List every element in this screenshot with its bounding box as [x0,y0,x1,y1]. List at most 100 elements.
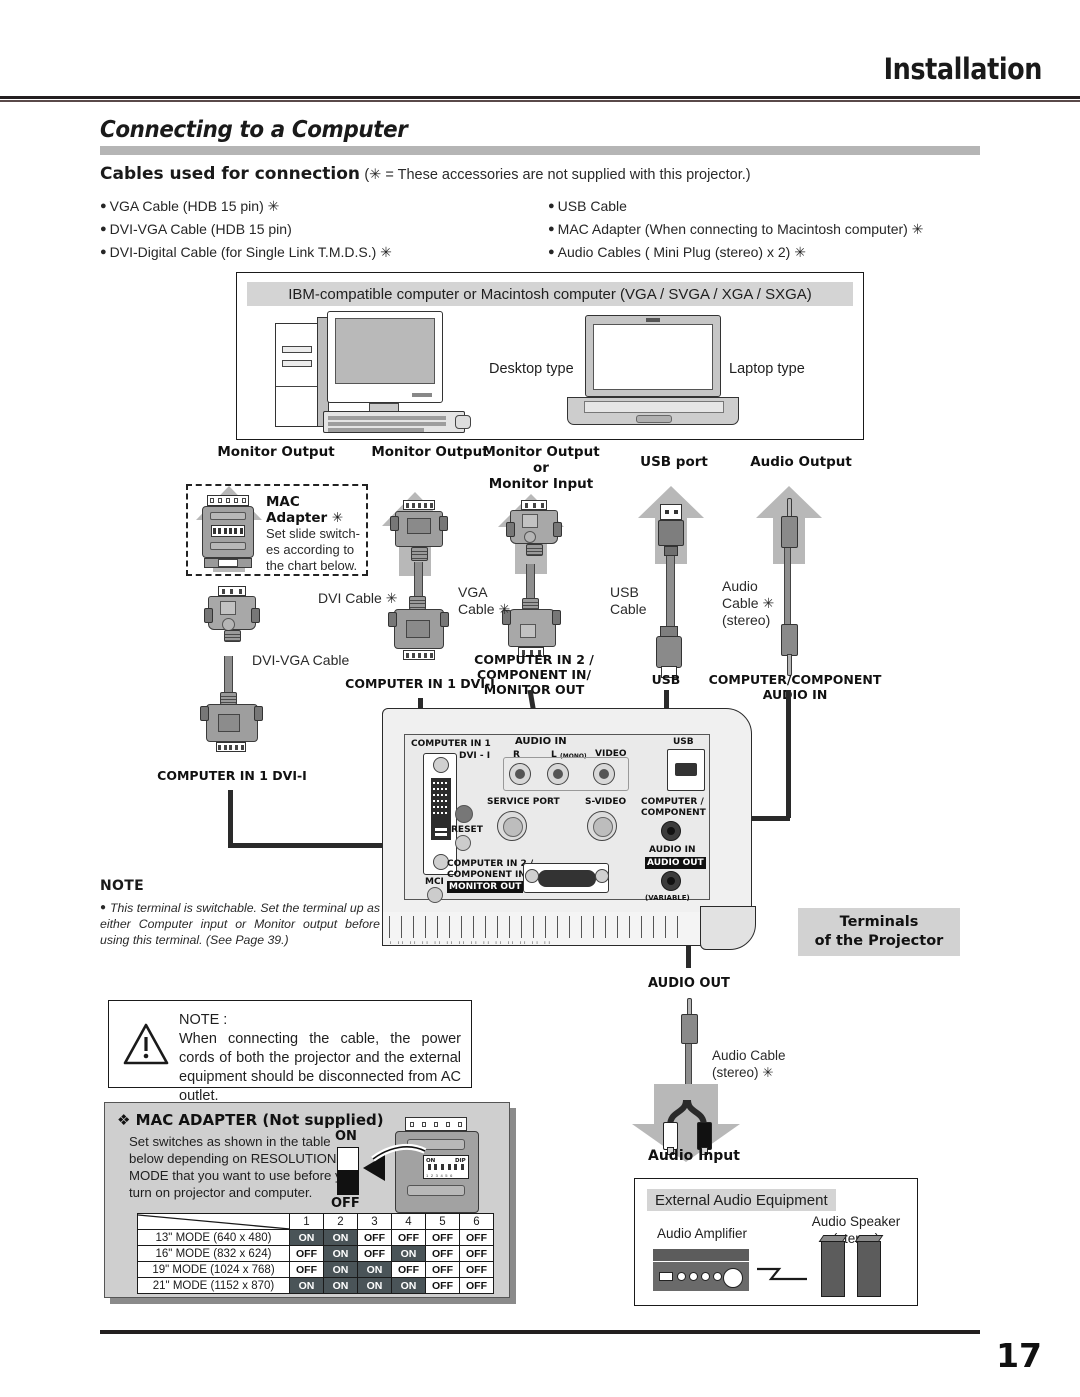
usb-terminal-label: USB [651,672,681,687]
cable-list-right: ● USB Cable ● MAC Adapter (When connecting… [548,196,923,265]
switch-cell: ON [357,1277,392,1294]
usb-port[interactable] [667,749,705,791]
note-terminal-heading: NOTE [100,878,144,894]
table-header-row: 1 2 3 4 5 6 [137,1213,494,1230]
audio-cable-label-line3: (stereo) [722,612,771,628]
page-title: Connecting to a Computer [100,117,408,143]
terminals-callout-line1: Terminals [839,914,919,930]
port-label-computer-in-2-b: COMPONENT IN / [447,870,533,880]
dvi-cable-connector-top [390,500,448,566]
table-row: 13" MODE (640 x 480) ON ON OFF OFF OFF O… [137,1229,494,1246]
reset-button[interactable] [455,835,471,851]
cable-item-label: DVI-VGA Cable (HDB 15 pin) [109,221,292,237]
list-item: ● DVI-Digital Cable (for Single Link T.M.… [100,244,392,260]
port-label-monitor-out: MONITOR OUT [447,881,524,893]
computer-component-audio-in-label: COMPUTER/COMPONENT AUDIO IN [704,672,886,702]
audio-cable-wire [784,548,791,634]
list-item: ● USB Cable [548,198,627,214]
terminals-callout-line2: of the Projector [814,933,944,949]
audio-speaker-line1: Audio Speaker [811,1214,901,1229]
mac-adapter-callout-line2: es according to [266,542,355,557]
monitor-output-or-input-heading: Monitor Output or Monitor Input [478,444,604,492]
switch-cell: ON [289,1229,324,1246]
switch-off-label: OFF [331,1196,360,1211]
switch-cell: ON [391,1277,426,1294]
switch-cell: OFF [459,1245,494,1262]
vga-screw-right [595,869,609,883]
switch-cell: OFF [459,1261,494,1278]
audio-out-label: AUDIO OUT [648,976,730,991]
mac-adapter-callout-line1: Set slide switch- [266,526,360,541]
mci-button[interactable] [427,887,443,903]
computer-component-audio-in-jack[interactable] [661,821,681,841]
cable-item-label: MAC Adapter (When connecting to Macintos… [557,221,924,237]
row-mode-label: 16" MODE (832 x 624) [137,1245,290,1262]
mac-adapter-callout-title: MAC Adapter ✳ [266,494,344,526]
resolution-switch-table: 1 2 3 4 5 6 13" MODE (640 x 480) ON ON O… [137,1213,494,1294]
switch-cell: ON [357,1261,392,1278]
port-label-reset: RESET [451,825,483,835]
port-label-mci: MCI [425,877,444,887]
port-label-audio-out: AUDIO OUT [645,857,706,869]
list-item: ● Audio Cables ( Mini Plug (stereo) x 2) … [548,244,806,260]
usb-cable-label-line1: USB [610,584,639,600]
power-button[interactable] [455,805,473,823]
vga-cable-wire [526,564,535,602]
audio-out-cable-line1: Audio Cable [712,1048,786,1063]
port-label-dvi-i: DVI - I [459,751,491,761]
usb-cable-label-line2: Cable [610,601,647,617]
dvi-cable-wire [414,562,423,600]
vga-screw-left [525,869,539,883]
audio-amplifier-icon [653,1249,749,1291]
row-mode-label: 21" MODE (1152 x 870) [137,1277,290,1294]
port-label-variable: (VARIABLE) [645,894,690,902]
mac-adapter-callout-box: MAC Adapter ✳ Set slide switch- es accor… [186,484,368,576]
switch-cell: ON [323,1245,358,1262]
cable-item-label: Audio Cables ( Mini Plug (stereo) x 2) ✳ [557,244,806,260]
dvi-i-port[interactable] [423,753,457,875]
switch-cell: ON [323,1229,358,1246]
port-label-audio-in: AUDIO IN [515,736,567,747]
usb-cable-wire [666,556,675,632]
audio-out-cable-label: Audio Cable (stereo) ✳ [712,1047,786,1081]
mac-adapter-callout-line3: the chart below. [266,558,358,573]
switch-cell: OFF [425,1245,460,1262]
switch-cell: OFF [425,1277,460,1294]
note-terminal-body-text: This terminal is switchable. Set the ter… [100,901,381,947]
list-item: ● MAC Adapter (When connecting to Macinto… [548,221,924,237]
terminals-of-projector-callout: Terminals of the Projector [798,908,960,956]
s-video-jack[interactable] [587,811,617,841]
external-audio-equipment-box: External Audio Equipment Audio Amplifier… [634,1178,918,1306]
computer-illustration-box: IBM-compatible computer or Macintosh com… [236,272,864,440]
slide-switch-icon [337,1147,359,1195]
speaker-left-icon [818,1235,848,1297]
audio-cable-label-line1: Audio [722,578,758,594]
note-terminal-body: ● This terminal is switchable. Set the te… [100,901,381,947]
desktop-computer-icon [275,311,471,433]
section-underline-bar [100,146,980,155]
port-label-service-port: SERVICE PORT [487,797,560,807]
monitor-output-line: Monitor Output [482,444,600,460]
projector-illustration: COMPUTER IN 1 DVI - I MCI AUDIO IN R L (… [382,700,760,960]
laptop-computer-icon [567,315,747,433]
audio-output-heading: Audio Output [750,454,852,470]
note-warning-text: NOTE : When connecting the cable, the po… [179,1011,461,1106]
computer-in-2-line2: COMPONENT IN/ [476,667,592,682]
audio-out-jack[interactable] [661,871,681,891]
service-port-jack[interactable] [497,811,527,841]
port-label-audio-in-2: AUDIO IN [649,845,696,855]
row-mode-label: 13" MODE (640 x 480) [137,1229,290,1246]
dvi-cable-label: DVI Cable ✳ [318,590,398,606]
usb-port-heading: USB port [640,454,708,470]
pointer-wire-audio-in [786,690,791,818]
dvi-vga-cable-connector-bottom [200,692,264,758]
switch-cell: OFF [391,1261,426,1278]
page-header-title: Installation [883,52,1043,86]
note-warning-body: When connecting the cable, the power cor… [179,1031,461,1104]
table-row: 21" MODE (1152 x 870) ON ON ON ON OFF OF… [137,1277,494,1294]
switch-cell: OFF [459,1277,494,1294]
switch-cell: OFF [425,1261,460,1278]
computer-in-1-dvi-i-label-left: COMPUTER IN 1 DVI-I [157,768,307,783]
computer-in-2-line1: COMPUTER IN 2 / [474,652,594,667]
mac-adapter-panel-body: Set switches as shown in the table below… [129,1134,357,1200]
